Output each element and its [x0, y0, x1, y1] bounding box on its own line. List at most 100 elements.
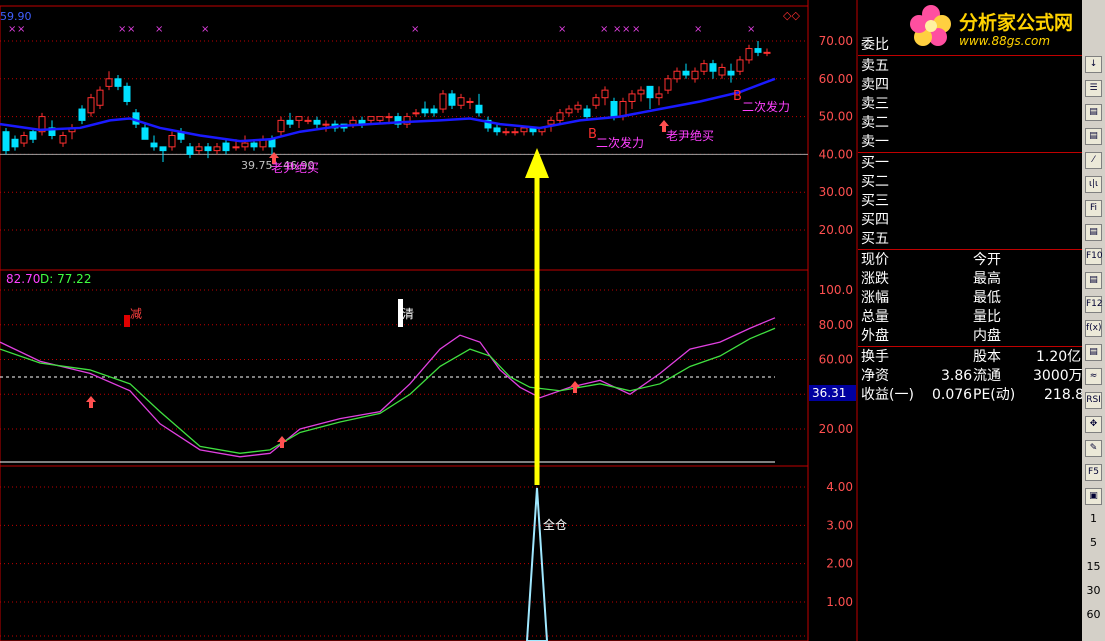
candle-body [736, 59, 744, 72]
buy-1-label: 买一 [861, 155, 889, 171]
fund-label2-2: PE(动) [973, 387, 1016, 403]
fund-value-2: 0.076 [932, 387, 973, 403]
chart-overlays: 减清39.75 46.90老尹绝买老尹绝买B二次发力B二次发力全仓 [0, 77, 790, 641]
toolbar-button[interactable]: ▤ [1085, 344, 1102, 361]
buy-arrow-icon [86, 396, 96, 408]
candle-body [547, 119, 555, 125]
right-toolbar: ↓ ☰ ▤ ▤ ⁄ ι|ι Fi ▤ F10 ▤ F12 f(x) ▤ ≈ RSI ✥ ✎ F5 ▣ 1 5 15 30 60 [1082, 0, 1105, 641]
period-button[interactable]: 5 [1082, 536, 1105, 549]
candle-body [727, 70, 735, 76]
corner-marker: ◇◇ [783, 9, 800, 22]
quote-left-1: 涨跌 [861, 271, 889, 287]
candle-body [385, 116, 393, 119]
k-value: 82.70 [6, 272, 40, 286]
fund-value2-2: 218.8 [1044, 387, 1085, 403]
signal-marker: × [17, 24, 25, 35]
candle-body [682, 70, 690, 76]
candle-body [601, 89, 609, 99]
price-tick-label: 70.00 [819, 34, 853, 48]
signal-marker: × [411, 24, 419, 35]
kd-tick-label: 20.00 [819, 422, 853, 436]
kd-tick-label: 100.0 [819, 283, 853, 297]
toolbar-button[interactable]: ↓ [1085, 56, 1102, 73]
candle-body [277, 119, 285, 133]
candle-body [159, 146, 167, 152]
quote-left-2: 涨幅 [861, 290, 889, 306]
fund-label-2: 收益(一) [861, 387, 914, 403]
period-button[interactable]: 15 [1082, 560, 1105, 573]
quote-right-0: 今开 [973, 252, 1001, 268]
divider [858, 152, 1082, 153]
toolbar-button[interactable]: F12 [1085, 296, 1103, 313]
d-line [0, 327, 776, 454]
candle-body [745, 48, 753, 61]
candle-body [610, 100, 618, 118]
toolbar-button[interactable]: ☰ [1085, 80, 1102, 97]
toolbar-button[interactable]: Fi [1085, 200, 1102, 217]
candle-body [520, 127, 528, 133]
candle-body [213, 146, 221, 152]
candle-body [673, 70, 681, 80]
sell-2-label: 卖二 [861, 115, 889, 131]
toolbar-button[interactable]: ▣ [1085, 488, 1102, 505]
candle-body [502, 131, 510, 134]
period-button[interactable]: 60 [1082, 608, 1105, 621]
sell-3-label: 卖三 [861, 96, 889, 112]
period-button[interactable]: 1 [1082, 512, 1105, 525]
d-value: D: 77.22 [40, 272, 91, 286]
candle-body [186, 146, 194, 155]
candle-body [592, 97, 600, 106]
toolbar-button[interactable]: f(x) [1085, 320, 1102, 337]
candle-body [709, 63, 717, 72]
toolbar-button[interactable]: ▤ [1085, 272, 1102, 289]
fund-label2-0: 股本 [973, 349, 1001, 365]
toolbar-button[interactable]: ▤ [1085, 224, 1102, 241]
candle-body [763, 51, 771, 54]
b-marker: B [733, 89, 742, 104]
signal-marker: × [632, 24, 640, 35]
candle-body [59, 135, 67, 144]
full-position-spike [525, 487, 549, 641]
candle-body [493, 127, 501, 133]
candle-body [105, 78, 113, 87]
candle-body [466, 100, 474, 103]
toolbar-button[interactable]: ⁄ [1085, 152, 1102, 169]
candle-body [664, 78, 672, 91]
candle-body [222, 142, 230, 152]
price-tick-label: 60.00 [819, 72, 853, 86]
divider [858, 55, 1082, 56]
sell-1-label: 卖一 [861, 134, 889, 150]
price-tick-label: 50.00 [819, 110, 853, 124]
toolbar-button[interactable]: ι|ι [1085, 176, 1102, 193]
quote-right-2: 最低 [973, 290, 1001, 306]
candle-body [123, 85, 131, 102]
candle-body [448, 93, 456, 106]
candle-body [619, 100, 627, 118]
signal-marker: × [613, 24, 621, 35]
reduce-label: 减 [130, 307, 142, 321]
top-left-value: 59.90 [0, 10, 32, 23]
candle-body [628, 93, 636, 102]
kd-tick-label: 60.00 [819, 353, 853, 367]
toolbar-button[interactable]: F5 [1085, 464, 1102, 481]
candle-body [754, 48, 762, 53]
kd-tick-label: 80.00 [819, 318, 853, 332]
candle-body [583, 108, 591, 118]
toolbar-button[interactable]: ✥ [1085, 416, 1102, 433]
toolbar-button[interactable]: ≈ [1085, 368, 1102, 385]
clear-label: 清 [402, 307, 414, 321]
buy-signal-label: 老尹绝买 [271, 160, 319, 175]
quote-panel [858, 0, 1082, 641]
kd-current-value: 36.31 [812, 386, 846, 400]
toolbar-button[interactable]: ▤ [1085, 104, 1102, 121]
bottom-tick-label: 4.00 [826, 480, 853, 494]
candle-body [646, 85, 654, 99]
period-button[interactable]: 30 [1082, 584, 1105, 597]
toolbar-button[interactable]: ▤ [1085, 128, 1102, 145]
sell-5-label: 卖五 [861, 58, 889, 74]
bottom-tick-label: 2.00 [826, 557, 853, 571]
toolbar-button[interactable]: RSI [1085, 392, 1102, 409]
toolbar-button[interactable]: ✎ [1085, 440, 1102, 457]
toolbar-button[interactable]: F10 [1085, 248, 1103, 265]
candle-body [376, 116, 384, 121]
